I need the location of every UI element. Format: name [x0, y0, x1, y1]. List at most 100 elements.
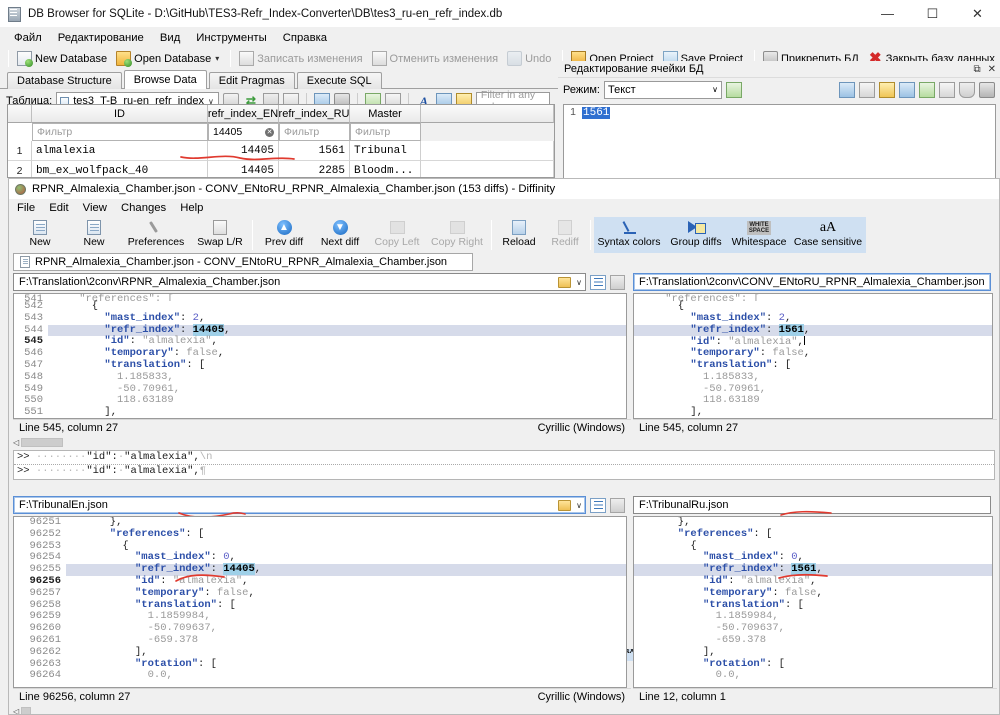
filter-value-refr-index-en: 14405 [213, 126, 243, 138]
menu-item-help[interactable]: Справка [275, 30, 335, 46]
bottom-horizontal-scrollbar[interactable]: ◁ [9, 705, 999, 714]
revert-changes-button[interactable]: Отменить изменения [369, 49, 505, 68]
new-left-button[interactable]: New [13, 217, 67, 253]
filter-input-master[interactable]: Фильтр [350, 123, 421, 141]
cell-master[interactable]: Tribunal [350, 141, 421, 161]
maximize-button[interactable]: ☐ [910, 0, 955, 28]
top-left-history-icon[interactable] [590, 274, 606, 290]
copy-left-icon [389, 221, 405, 234]
copy-left-button[interactable]: Copy Left [368, 217, 426, 253]
text-mode-icon[interactable] [839, 81, 855, 98]
top-left-path-input[interactable]: F:\Translation\2conv\RPNR_Almalexia_Cham… [13, 273, 586, 291]
bottom-left-path-input[interactable]: F:\TribunalEn.json ∨ [13, 496, 586, 514]
print-cell-icon[interactable] [979, 81, 995, 98]
export-cell-icon[interactable] [899, 81, 915, 98]
cell-refr-index-en[interactable]: 14405 [208, 141, 279, 161]
scroll-thumb[interactable] [21, 438, 64, 447]
new-left-icon [33, 220, 47, 235]
open-database-button[interactable]: Open Database ▾ [113, 49, 225, 68]
close-icon[interactable]: ✕ [988, 64, 996, 75]
save-cell-icon[interactable] [939, 81, 955, 98]
new-left-label: New [29, 236, 51, 248]
copy-right-button[interactable]: Copy Right [426, 217, 488, 253]
top-horizontal-scrollbar[interactable]: ◁ [9, 436, 999, 449]
table-row[interactable]: 1 almalexia 14405 1561 Tribunal [8, 141, 554, 161]
undo-button[interactable]: Undo [504, 49, 557, 68]
menu-item-view[interactable]: View [83, 201, 115, 215]
tab-browse-data[interactable]: Browse Data [123, 70, 207, 89]
bottom-right-code-pane[interactable]: }, "references": [ { "mast_index": 0, "r… [633, 516, 993, 688]
grid-header-refr-index-ru[interactable]: refr_index_RU [279, 105, 350, 123]
write-changes-button[interactable]: Записать изменения [236, 49, 368, 68]
grid-header-refr-index-en[interactable]: refr_index_EN [208, 105, 279, 123]
scroll-thumb[interactable] [21, 707, 32, 714]
minimize-button[interactable]: — [865, 0, 910, 28]
cell-refr-index-en[interactable]: 14405 [208, 161, 279, 177]
new-database-button[interactable]: New Database [14, 49, 113, 68]
cell-refr-index-ru[interactable]: 2285 [279, 161, 350, 177]
cell-refr-index-ru[interactable]: 1561 [279, 141, 350, 161]
tab-execute-sql[interactable]: Execute SQL [296, 72, 382, 89]
swap-lr-button[interactable]: Swap L/R [191, 217, 249, 253]
next-diff-button[interactable]: ▼ Next diff [312, 217, 368, 253]
folder-icon[interactable] [558, 276, 572, 288]
set-as-null-icon[interactable] [919, 81, 935, 98]
filter-input-refr-index-en[interactable]: 14405 ✕ [208, 123, 279, 141]
reload-button[interactable]: Reload [495, 217, 543, 253]
menu-item-changes[interactable]: Changes [121, 201, 174, 215]
grid-header-master[interactable]: Master [350, 105, 421, 123]
menu-item-edit[interactable]: Edit [49, 201, 76, 215]
prev-diff-button[interactable]: ▲ Prev diff [256, 217, 312, 253]
diffinity-window: RPNR_Almalexia_Chamber.json - CONV_ENtoR… [8, 178, 1000, 715]
cell-id[interactable]: almalexia [32, 141, 208, 161]
preferences-button[interactable]: Preferences [121, 217, 191, 253]
syntax-colors-toggle[interactable]: Syntax colors [594, 217, 664, 253]
folder-icon[interactable] [558, 499, 572, 511]
case-sensitive-toggle[interactable]: aA Case sensitive [790, 217, 866, 253]
top-diff-panes: 541 "references": [ 542 { 543 "mast_inde… [9, 293, 999, 419]
scroll-left-icon[interactable]: ◁ [13, 707, 19, 714]
grid-header-id[interactable]: ID [32, 105, 208, 123]
top-left-save-icon[interactable] [610, 274, 625, 290]
filter-input-id[interactable]: Фильтр [32, 123, 208, 141]
menu-item-file[interactable]: Файл [6, 30, 50, 46]
table-row[interactable]: 2 bm_ex_wolfpack_40 14405 2285 Bloodm... [8, 161, 554, 177]
cell-editor-textarea[interactable]: 1 1561 [563, 104, 996, 179]
bottom-left-code-pane[interactable]: 96251 }, 96252 "references": [ 96253 { 9… [13, 516, 627, 688]
clear-filter-icon[interactable]: ✕ [265, 127, 274, 137]
browse-data-grid[interactable]: ID refr_index_EN refr_index_RU Master Фи… [7, 104, 555, 178]
chevron-down-icon[interactable]: ▾ [215, 54, 219, 63]
tab-edit-pragmas[interactable]: Edit Pragmas [208, 72, 295, 89]
menu-item-help[interactable]: Help [180, 201, 211, 215]
menu-item-edit[interactable]: Редактирование [50, 30, 152, 46]
bottom-left-history-icon[interactable] [590, 497, 606, 513]
bottom-left-save-icon[interactable] [610, 497, 625, 513]
top-left-code-pane[interactable]: 541 "references": [ 542 { 543 "mast_inde… [13, 293, 627, 419]
chevron-down-icon[interactable]: ∨ [576, 501, 582, 510]
whitespace-icon: WHITE SPACE [746, 220, 772, 235]
top-right-path-input[interactable]: F:\Translation\2conv\CONV_ENtoRU_RPNR_Al… [633, 273, 991, 291]
undock-icon[interactable]: ⧉ [973, 64, 980, 75]
apply-cell-icon[interactable] [725, 81, 742, 98]
import-cell-icon[interactable] [879, 81, 895, 98]
document-tab[interactable]: RPNR_Almalexia_Chamber.json - CONV_ENtoR… [13, 253, 473, 271]
top-right-code-pane[interactable]: "references": [ { "mast_index": 2, "refr… [633, 293, 993, 419]
scroll-left-icon[interactable]: ◁ [13, 438, 19, 447]
filter-input-refr-index-ru[interactable]: Фильтр [279, 123, 350, 141]
chevron-down-icon[interactable]: ∨ [576, 278, 582, 287]
cell-editor-icon-group [839, 81, 995, 98]
binary-mode-icon[interactable] [859, 81, 875, 98]
close-button[interactable]: ✕ [955, 0, 1000, 28]
group-diffs-toggle[interactable]: Group diffs [664, 217, 728, 253]
new-right-button[interactable]: New [67, 217, 121, 253]
cell-master[interactable]: Bloodm... [350, 161, 421, 177]
menu-item-file[interactable]: File [17, 201, 43, 215]
cell-id[interactable]: bm_ex_wolfpack_40 [32, 161, 208, 177]
menu-item-view[interactable]: Вид [152, 30, 188, 46]
tab-database-structure[interactable]: Database Structure [7, 72, 122, 89]
menu-item-tools[interactable]: Инструменты [188, 30, 274, 46]
whitespace-toggle[interactable]: WHITE SPACE Whitespace [728, 217, 790, 253]
clear-cell-icon[interactable] [959, 81, 975, 98]
cell-editor-mode-select[interactable]: Текст ∨ [603, 80, 722, 99]
rediff-button[interactable]: Rediff [543, 217, 587, 253]
